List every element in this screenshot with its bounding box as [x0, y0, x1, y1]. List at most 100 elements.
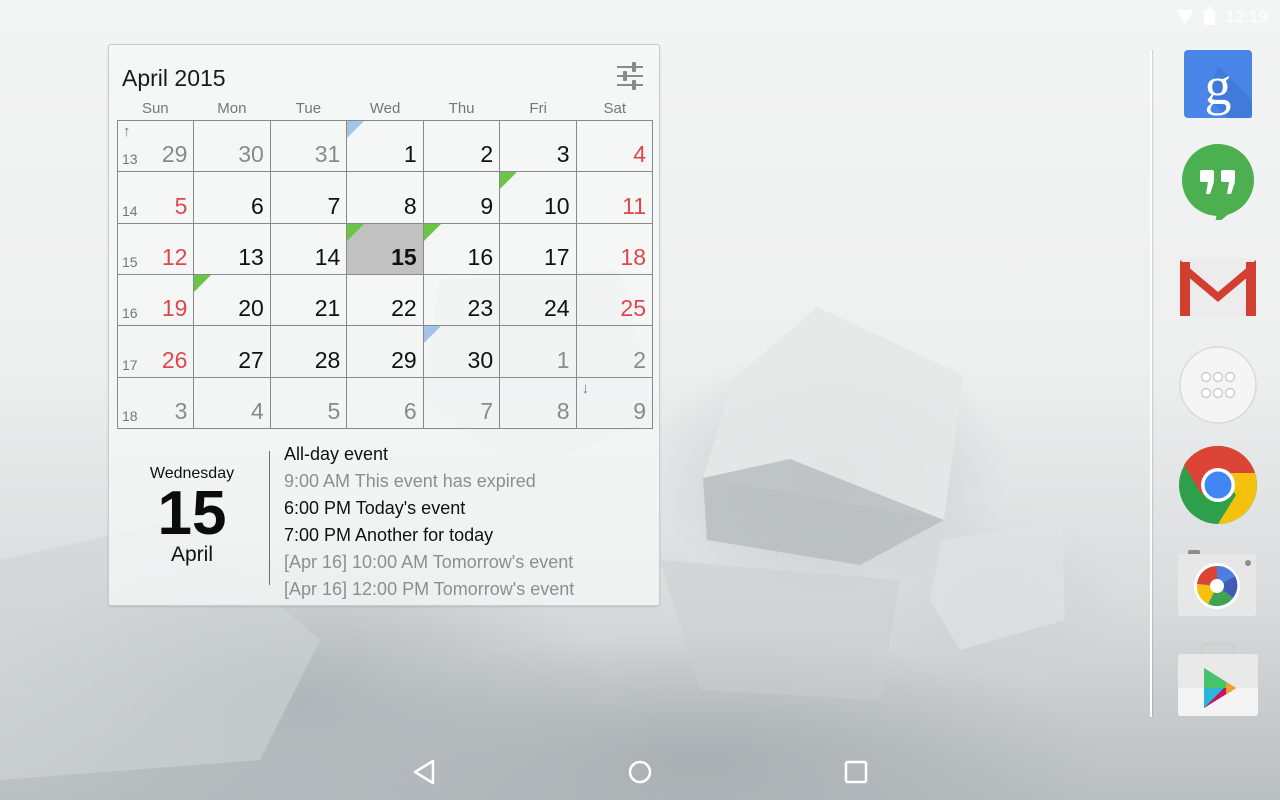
gmail-icon	[1180, 258, 1256, 316]
calendar-day[interactable]: 24	[500, 274, 577, 327]
event-marker-green	[347, 223, 365, 241]
play-store-icon	[1178, 642, 1258, 716]
week-number: 15	[122, 253, 138, 270]
day-number: 28	[314, 346, 341, 373]
calendar-day[interactable]: ↑ 13 29	[118, 121, 195, 173]
event-marker-green	[423, 223, 441, 241]
day-number: 5	[174, 192, 188, 219]
event-item[interactable]: 6:00 PM Today's event	[284, 495, 574, 522]
day-number: 27	[238, 346, 264, 373]
navigation-bar	[0, 744, 1280, 800]
event-item[interactable]: [Apr 16] 10:00 AM Tomorrow's event	[284, 549, 574, 576]
day-number: 19	[161, 295, 188, 322]
calendar-day[interactable]: 30	[194, 121, 271, 173]
calendar-day[interactable]: 14	[270, 223, 348, 275]
calendar-day[interactable]: 18	[576, 223, 653, 275]
calendar-day[interactable]: 29	[347, 326, 424, 378]
app-google-search[interactable]: g	[1178, 46, 1258, 126]
month-title[interactable]: April 2015	[122, 65, 226, 92]
calendar-day[interactable]: ↓ 9	[576, 377, 653, 429]
day-number: 22	[391, 295, 417, 322]
calendar-day[interactable]: 4	[194, 377, 271, 429]
calendar-day[interactable]: 20	[194, 274, 271, 327]
back-button[interactable]	[407, 754, 443, 790]
calendar-day[interactable]: 25	[576, 274, 653, 327]
sliders-icon	[617, 62, 643, 90]
wifi-icon	[1176, 10, 1195, 24]
calendar-day[interactable]: 31	[270, 121, 348, 173]
scroll-down-icon[interactable]: ↓	[582, 380, 590, 397]
calendar-day-today[interactable]: 15	[347, 223, 424, 275]
calendar-day[interactable]: 2	[576, 326, 653, 378]
home-button[interactable]	[622, 754, 658, 790]
calendar-day[interactable]: 6	[347, 377, 424, 429]
event-list: All-day event 9:00 AM This event has expi…	[284, 441, 574, 603]
day-number: 26	[161, 346, 188, 373]
hangouts-icon	[1182, 144, 1254, 226]
calendar-day[interactable]: 8	[500, 377, 577, 429]
app-play-store[interactable]	[1178, 640, 1258, 720]
event-item[interactable]: [Apr 16] 12:00 PM Tomorrow's event	[284, 576, 574, 603]
app-hangouts[interactable]	[1178, 140, 1258, 226]
app-camera[interactable]	[1178, 548, 1258, 628]
settings-button[interactable]	[615, 61, 645, 91]
calendar-day[interactable]: 28	[270, 326, 348, 378]
day-number: 3	[174, 397, 188, 424]
event-item[interactable]: All-day event	[284, 441, 574, 468]
calendar-day[interactable]: 23	[423, 274, 501, 327]
weekday-label: Sun	[141, 100, 169, 117]
event-item[interactable]: 9:00 AM This event has expired	[284, 468, 574, 495]
calendar-day[interactable]: 10	[500, 172, 577, 224]
event-item[interactable]: 7:00 PM Another for today	[284, 522, 574, 549]
calendar-day[interactable]: 11	[576, 172, 653, 224]
day-number: 14	[314, 243, 341, 270]
calendar-day[interactable]: 3	[500, 121, 577, 173]
day-number: 10	[543, 192, 570, 219]
app-chrome[interactable]	[1178, 445, 1258, 525]
calendar-day[interactable]: 8	[347, 172, 424, 224]
day-number: 7	[327, 192, 341, 219]
calendar-grid: ↑ 13 29 30 31 1 2 3 4 14 5 6 7 8 9 10 11 15 12 13 14 15 16 17 18…	[117, 120, 653, 429]
calendar-day[interactable]: 5	[270, 377, 348, 429]
selected-day-number: 15	[157, 479, 227, 548]
calendar-day[interactable]: 2	[423, 121, 501, 173]
day-number: 29	[391, 346, 417, 373]
calendar-day[interactable]: 17	[500, 223, 577, 275]
app-drawer-icon	[1179, 346, 1257, 424]
app-gmail[interactable]	[1178, 250, 1258, 330]
day-number: 15	[391, 243, 417, 270]
calendar-day[interactable]: 6	[194, 172, 271, 224]
day-number: 21	[314, 295, 341, 322]
calendar-day[interactable]: 30	[423, 326, 501, 378]
day-number: 17	[543, 243, 570, 270]
calendar-day[interactable]: 1	[347, 121, 424, 173]
day-number: 23	[467, 295, 494, 322]
dock-divider	[1150, 50, 1152, 717]
scroll-up-icon[interactable]: ↑	[123, 123, 131, 140]
day-number: 12	[161, 243, 188, 270]
app-drawer[interactable]	[1178, 345, 1258, 425]
calendar-day[interactable]: 16 19	[118, 274, 195, 327]
selected-month: April	[170, 543, 213, 566]
calendar-day[interactable]: 4	[576, 121, 653, 173]
calendar-day[interactable]: 15 12	[118, 223, 195, 275]
calendar-day[interactable]: 1	[500, 326, 577, 378]
day-number: 18	[620, 243, 646, 270]
chrome-icon	[1179, 445, 1257, 524]
calendar-day[interactable]: 14 5	[118, 172, 195, 224]
calendar-day[interactable]: 21	[270, 274, 348, 327]
calendar-day[interactable]: 9	[423, 172, 501, 224]
calendar-day[interactable]: 13	[194, 223, 271, 275]
calendar-day[interactable]: 16	[423, 223, 501, 275]
calendar-day[interactable]: 18 3	[118, 377, 195, 429]
day-number: 20	[238, 295, 264, 322]
calendar-day[interactable]: 7	[423, 377, 501, 429]
weekday-label: Fri	[529, 100, 547, 117]
calendar-day[interactable]: 22	[347, 274, 424, 327]
weekday-label: Thu	[448, 100, 475, 117]
calendar-day[interactable]: 7	[270, 172, 348, 224]
calendar-day[interactable]: 17 26	[118, 326, 195, 378]
recents-button[interactable]	[838, 754, 874, 790]
calendar-day[interactable]: 27	[194, 326, 271, 378]
day-number: 2	[480, 141, 494, 168]
